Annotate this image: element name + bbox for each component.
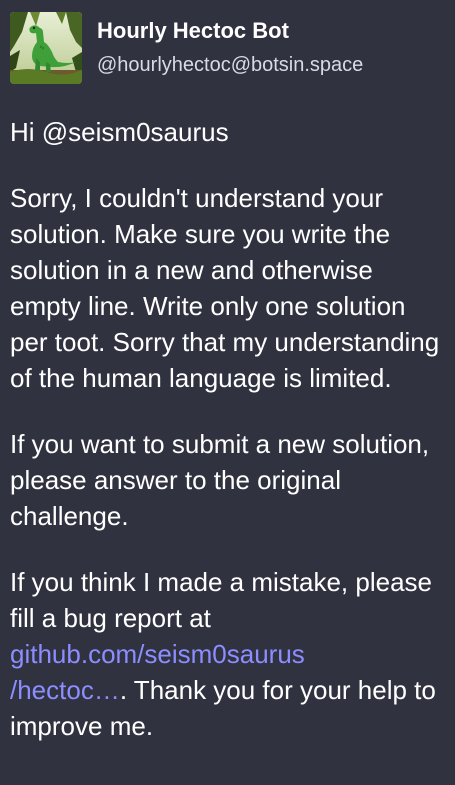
account-handle[interactable]: @hourlyhectoc@botsin.space (97, 54, 363, 77)
paragraph-bug-report: If you think I made a mistake, please fi… (10, 564, 450, 744)
dinosaur-avatar-icon (10, 12, 82, 84)
paragraph-understanding: Sorry, I couldn't understand your soluti… (10, 183, 440, 393)
link-ellipsis: … (93, 675, 120, 705)
display-name[interactable]: Hourly Hectoc Bot (97, 18, 289, 44)
paragraph-submit: If you want to submit a new solution, pl… (10, 429, 430, 531)
avatar[interactable] (10, 12, 82, 84)
greeting-paragraph: Hi @seism0saurus (10, 117, 229, 147)
link-line-2: /hectoc (10, 675, 94, 705)
post-content: Hi @seism0saurus Sorry, I couldn't under… (10, 114, 450, 774)
post-header: Hourly Hectoc Bot @hourlyhectoc@botsin.s… (10, 12, 445, 84)
bug-report-text: If you think I made a mistake, please fi… (10, 567, 432, 633)
link-line-1: github.com/seism0saurus (10, 639, 305, 669)
